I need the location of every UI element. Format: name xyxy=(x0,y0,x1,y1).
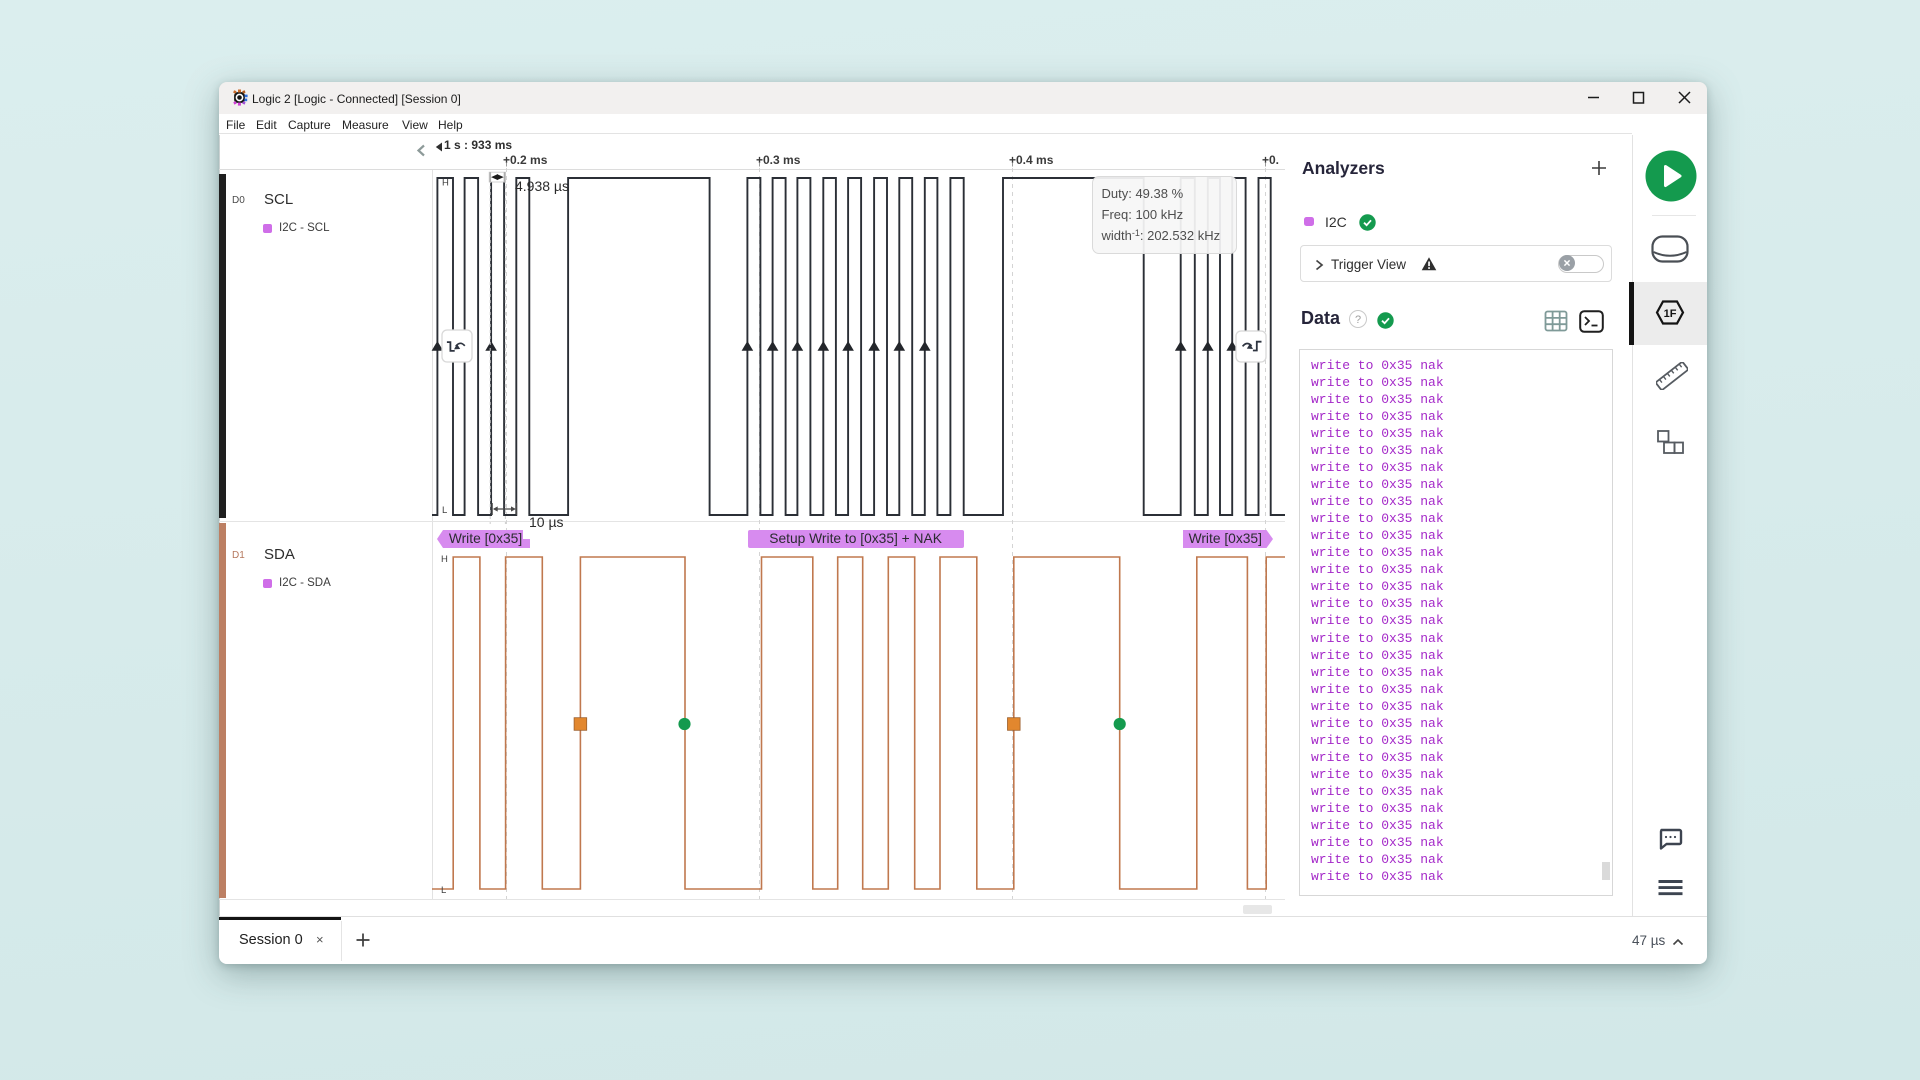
svg-text:4.938 µs: 4.938 µs xyxy=(515,178,569,194)
svg-text:L: L xyxy=(441,885,446,896)
svg-text:10 µs: 10 µs xyxy=(529,514,564,530)
svg-text:1F: 1F xyxy=(1664,308,1677,320)
svg-text:H: H xyxy=(441,554,448,565)
svg-text:L: L xyxy=(442,505,447,516)
svg-text:H: H xyxy=(442,178,449,189)
